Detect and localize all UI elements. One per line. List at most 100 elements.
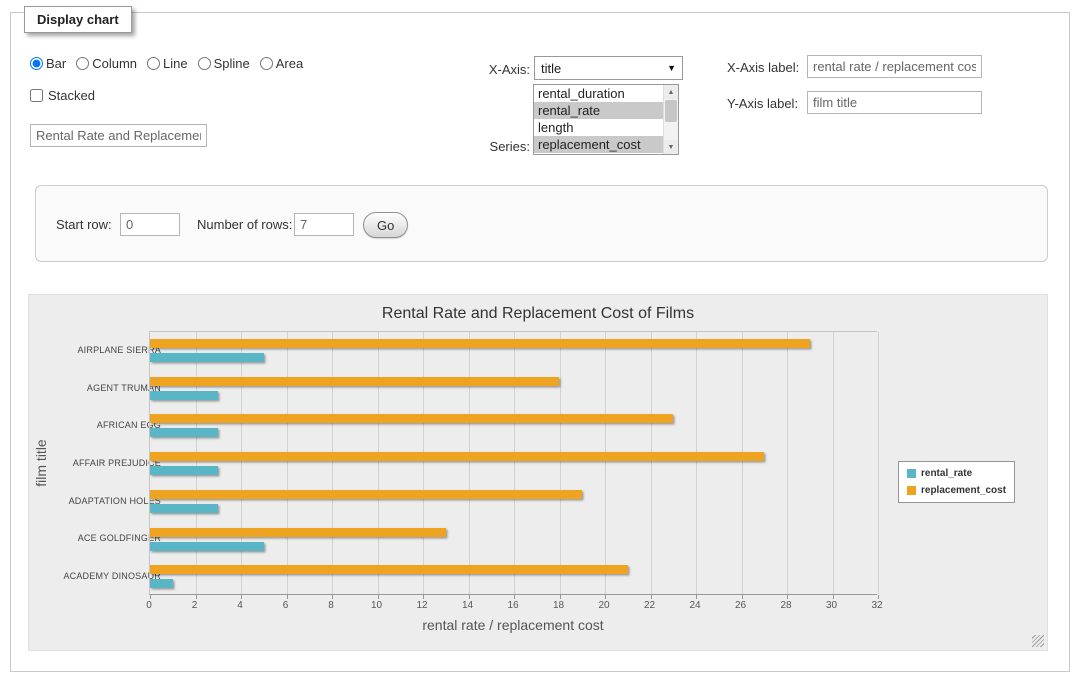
bar-replacement_cost xyxy=(150,528,446,537)
gridline xyxy=(514,332,515,594)
x-tick-label: 26 xyxy=(735,600,746,611)
gridline xyxy=(696,332,697,594)
legend-entry-replacement_cost[interactable]: replacement_cost xyxy=(907,485,1006,496)
x-tick-mark xyxy=(878,595,879,599)
category-label: AFFAIR PREJUDICE xyxy=(29,458,161,468)
x-tick-label: 28 xyxy=(780,600,791,611)
x-tick-label: 32 xyxy=(871,600,882,611)
x-tick-mark xyxy=(514,595,515,599)
series-scrollbar[interactable]: ▲ ▼ xyxy=(663,85,678,154)
category-label: AIRPLANE SIERRA xyxy=(29,345,161,355)
x-tick-label: 2 xyxy=(192,600,198,611)
series-option-rental_duration[interactable]: rental_duration xyxy=(534,85,663,102)
bar-replacement_cost xyxy=(150,339,810,348)
chart-type-option-label: Bar xyxy=(46,56,66,71)
series-select-label: Series: xyxy=(450,139,530,154)
bar-replacement_cost xyxy=(150,377,559,386)
bar-replacement_cost xyxy=(150,414,673,423)
gridline xyxy=(651,332,652,594)
chart-type-option-bar[interactable]: Bar xyxy=(30,56,66,71)
chart-type-radio-column[interactable] xyxy=(76,57,89,70)
series-listbox[interactable]: rental_durationrental_ratelengthreplacem… xyxy=(533,84,679,155)
x-tick-mark xyxy=(787,595,788,599)
bar-rental_rate xyxy=(150,466,218,475)
gridline xyxy=(287,332,288,594)
chart-type-radio-spline[interactable] xyxy=(198,57,211,70)
gridline xyxy=(241,332,242,594)
chart-type-option-label: Area xyxy=(276,56,303,71)
gridline xyxy=(605,332,606,594)
x-tick-label: 6 xyxy=(283,600,289,611)
x-tick-label: 4 xyxy=(237,600,243,611)
chart-panel: Rental Rate and Replacement Cost of Film… xyxy=(28,294,1048,651)
chart-type-option-column[interactable]: Column xyxy=(76,56,137,71)
chart-type-option-label: Line xyxy=(163,56,188,71)
display-chart-app: Display chart BarColumnLineSplineArea St… xyxy=(0,0,1081,681)
category-label: ACADEMY DINOSAUR xyxy=(29,571,161,581)
go-button[interactable]: Go xyxy=(363,212,408,238)
gridline xyxy=(787,332,788,594)
chart-type-option-spline[interactable]: Spline xyxy=(198,56,250,71)
bar-rental_rate xyxy=(150,391,218,400)
stacked-checkbox-row[interactable]: Stacked xyxy=(30,88,95,103)
legend-entry-rental_rate[interactable]: rental_rate xyxy=(907,468,1006,479)
chart-legend: rental_rate replacement_cost xyxy=(898,461,1015,503)
x-tick-mark xyxy=(196,595,197,599)
x-tick-label: 14 xyxy=(462,600,473,611)
x-axis-selected-value: title xyxy=(541,61,561,76)
x-tick-label: 18 xyxy=(553,600,564,611)
gridline xyxy=(878,332,879,594)
category-label: ADAPTATION HOLES xyxy=(29,496,161,506)
resize-handle-icon[interactable] xyxy=(1032,635,1044,647)
chart-type-radio-area[interactable] xyxy=(260,57,273,70)
category-label: AGENT TRUMAN xyxy=(29,383,161,393)
chart-title-input[interactable] xyxy=(30,124,207,147)
chart-type-option-label: Column xyxy=(92,56,137,71)
x-axis-title: rental rate / replacement cost xyxy=(149,617,877,633)
x-axis-tick-labels: 02468101214161820222426283032 xyxy=(149,600,877,614)
gridline xyxy=(423,332,424,594)
chart-type-option-label: Spline xyxy=(214,56,250,71)
bar-rental_rate xyxy=(150,428,218,437)
dropdown-arrow-icon: ▼ xyxy=(667,63,676,73)
x-tick-mark xyxy=(833,595,834,599)
series-options: rental_durationrental_ratelengthreplacem… xyxy=(534,85,663,154)
legend-swatch xyxy=(907,486,916,495)
x-tick-mark xyxy=(423,595,424,599)
chart-type-radio-line[interactable] xyxy=(147,57,160,70)
scroll-down-icon[interactable]: ▼ xyxy=(664,140,678,154)
x-axis-select[interactable]: title ▼ xyxy=(534,56,683,80)
number-of-rows-input[interactable] xyxy=(294,213,354,236)
bar-replacement_cost xyxy=(150,565,628,574)
series-option-length[interactable]: length xyxy=(534,119,663,136)
x-tick-label: 10 xyxy=(371,600,382,611)
chart-type-radio-bar[interactable] xyxy=(30,57,43,70)
scroll-up-icon[interactable]: ▲ xyxy=(664,85,678,99)
scrollbar-thumb[interactable] xyxy=(665,100,677,122)
gridline xyxy=(742,332,743,594)
stacked-checkbox[interactable] xyxy=(30,89,43,102)
series-option-replacement_cost[interactable]: replacement_cost xyxy=(534,136,663,153)
chart-type-option-area[interactable]: Area xyxy=(260,56,303,71)
bar-rental_rate xyxy=(150,542,264,551)
chart-title: Rental Rate and Replacement Cost of Film… xyxy=(29,305,1047,323)
chart-type-option-line[interactable]: Line xyxy=(147,56,188,71)
start-row-input[interactable] xyxy=(120,213,180,236)
bar-rental_rate xyxy=(150,353,264,362)
start-row-label: Start row: xyxy=(56,217,112,232)
gridline xyxy=(469,332,470,594)
x-axis-label-caption: X-Axis label: xyxy=(727,60,799,75)
y-axis-label-caption: Y-Axis label: xyxy=(727,96,798,111)
y-axis-label-input[interactable] xyxy=(807,91,982,114)
x-tick-label: 20 xyxy=(598,600,609,611)
plot-area xyxy=(149,331,877,595)
x-tick-label: 12 xyxy=(416,600,427,611)
series-option-rental_rate[interactable]: rental_rate xyxy=(534,102,663,119)
bar-replacement_cost xyxy=(150,490,582,499)
x-axis-label-input[interactable] xyxy=(807,55,982,78)
x-tick-mark xyxy=(287,595,288,599)
x-tick-mark xyxy=(469,595,470,599)
x-tick-mark xyxy=(150,595,151,599)
bar-rental_rate xyxy=(150,579,173,588)
x-tick-label: 22 xyxy=(644,600,655,611)
